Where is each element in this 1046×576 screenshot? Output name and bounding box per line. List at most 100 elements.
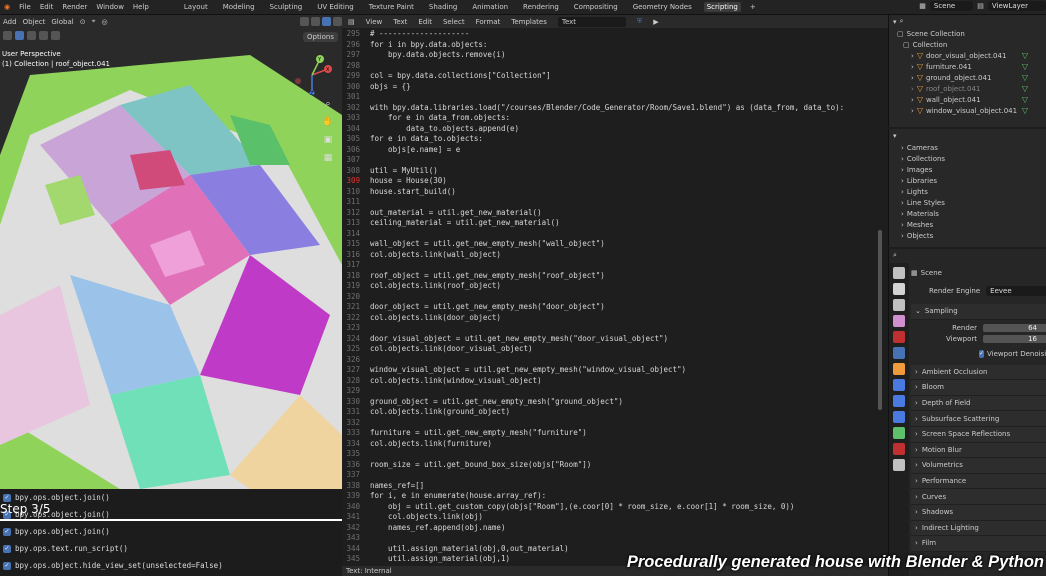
data-browser-item[interactable]: › Cameras: [889, 142, 1046, 153]
menu-edit-text[interactable]: Edit: [418, 18, 432, 26]
chevron-right-icon[interactable]: ›: [901, 144, 904, 152]
material-tab-icon[interactable]: [893, 443, 905, 455]
tab-geometry-nodes[interactable]: Geometry Nodes: [630, 2, 695, 12]
run-script-icon[interactable]: ▶: [653, 18, 658, 26]
panel-header[interactable]: › Bloom: [911, 380, 1046, 396]
chevron-right-icon[interactable]: ›: [901, 155, 904, 163]
material-shading-button[interactable]: [322, 17, 331, 26]
panel-header[interactable]: › Performance: [911, 473, 1046, 490]
code-line[interactable]: 322 col.objects.link(door_object): [342, 313, 888, 324]
code-line[interactable]: 307: [342, 155, 888, 166]
code-line[interactable]: 324 door_visual_object = util.get_new_emp…: [342, 334, 888, 345]
code-line[interactable]: 315 wall_object = util.get_new_empty_mesh…: [342, 239, 888, 250]
tab-layout[interactable]: Layout: [181, 2, 211, 12]
render-samples-field[interactable]: 64: [983, 324, 1046, 333]
panel-header[interactable]: › Curves: [911, 489, 1046, 505]
code-line[interactable]: 343: [342, 533, 888, 544]
code-line[interactable]: 336 room_size = util.get_bound_box_size(o…: [342, 460, 888, 471]
editor-scrollbar[interactable]: [878, 230, 882, 410]
menu-format[interactable]: Format: [476, 18, 501, 26]
menu-file[interactable]: File: [19, 3, 31, 11]
code-line[interactable]: 331 col.objects.link(ground_object): [342, 407, 888, 418]
chevron-right-icon[interactable]: ›: [901, 188, 904, 196]
select-mode-1[interactable]: [15, 31, 24, 40]
code-line[interactable]: 295 # --------------------: [342, 29, 888, 40]
code-line[interactable]: 320: [342, 292, 888, 303]
chevron-right-icon[interactable]: ›: [911, 96, 914, 104]
chevron-right-icon[interactable]: ›: [911, 74, 914, 82]
data-browser-item[interactable]: › Lights: [889, 186, 1046, 197]
code-line[interactable]: 310 house.start_build(): [342, 187, 888, 198]
tab-compositing[interactable]: Compositing: [571, 2, 621, 12]
menu-templates[interactable]: Templates: [511, 18, 547, 26]
code-area[interactable]: 295 # -------------------- 296 for i in bpy…: [342, 29, 888, 565]
tab-shading[interactable]: Shading: [426, 2, 460, 12]
code-line[interactable]: 335: [342, 449, 888, 460]
panel-header[interactable]: › Motion Blur: [911, 442, 1046, 459]
panel-header[interactable]: › Ambient Occlusion: [911, 364, 1046, 381]
code-line[interactable]: 330 ground_object = util.get_new_empty_me…: [342, 397, 888, 408]
outliner[interactable]: ▾ ⌕ ▢ Scene Collection ▢ Collection › ▽ door…: [888, 15, 1046, 127]
panel-header[interactable]: › Subsurface Scattering: [911, 411, 1046, 427]
console-line[interactable]: ✓ bpy.ops.object.hide_view_set(unselected…: [0, 557, 342, 574]
chevron-right-icon[interactable]: ›: [911, 63, 914, 71]
search-icon[interactable]: ⌕: [900, 17, 904, 26]
data-browser-item[interactable]: › Line Styles: [889, 197, 1046, 208]
select-mode-2[interactable]: [27, 31, 36, 40]
outliner-collection[interactable]: ▢ Collection: [889, 39, 1046, 50]
object-tab-icon[interactable]: [893, 363, 905, 375]
ortho-toggle-icon[interactable]: ▦: [322, 153, 334, 165]
navigation-gizmo[interactable]: X Y Z: [292, 55, 332, 95]
code-line[interactable]: 297 bpy.data.objects.remove(i): [342, 50, 888, 61]
code-line[interactable]: 313 ceiling_material = util.get_new_mater…: [342, 218, 888, 229]
pan-hand-icon[interactable]: ✋: [322, 117, 334, 129]
checkbox-icon[interactable]: ✓: [979, 350, 985, 359]
chevron-right-icon[interactable]: ›: [911, 107, 914, 115]
code-line[interactable]: 303 for e in data_from.objects:: [342, 113, 888, 124]
panel-header[interactable]: › Shadows: [911, 504, 1046, 521]
outliner-item[interactable]: › ▽ wall_object.041 ▽: [889, 94, 1046, 105]
render-tab-icon[interactable]: [893, 283, 905, 295]
code-line[interactable]: 325 col.objects.link(door_visual_object): [342, 344, 888, 355]
console-line[interactable]: ✓ bpy.ops.object.join(): [0, 523, 342, 540]
chevron-right-icon[interactable]: ›: [901, 210, 904, 218]
code-line[interactable]: 312 out_material = util.get_new_material(…: [342, 208, 888, 219]
code-line[interactable]: 342 names_ref.append(obj.name): [342, 523, 888, 534]
text-editor[interactable]: ▤ View Text Edit Select Format Templates…: [342, 15, 888, 576]
scene-field[interactable]: Scene: [929, 1, 974, 11]
info-console[interactable]: ✓ bpy.ops.object.join() ✓ bpy.ops.object.j…: [0, 489, 342, 576]
code-line[interactable]: 339 for i, e in enumerate(house.array_ref…: [342, 491, 888, 502]
wireframe-shading-button[interactable]: [300, 17, 309, 26]
code-line[interactable]: 311: [342, 197, 888, 208]
chevron-right-icon[interactable]: ›: [901, 221, 904, 229]
tab-animation[interactable]: Animation: [469, 2, 511, 12]
texture-tab-icon[interactable]: [893, 459, 905, 471]
properties-editor[interactable]: ⌕ ▦ Scene Render Engine Eevee ⌄ Sampling R…: [888, 249, 1046, 576]
physics-tab-icon[interactable]: [893, 411, 905, 423]
tab-rendering[interactable]: Rendering: [520, 2, 562, 12]
menu-view[interactable]: View: [366, 18, 383, 26]
sampling-panel-header[interactable]: ⌄ Sampling: [911, 304, 1046, 320]
code-line[interactable]: 321 door_object = util.get_new_empty_mesh…: [342, 302, 888, 313]
viewport-samples-field[interactable]: 16: [983, 335, 1046, 344]
code-line[interactable]: 332: [342, 418, 888, 429]
code-line[interactable]: 302 with bpy.data.libraries.load("/course…: [342, 103, 888, 114]
menu-edit[interactable]: Edit: [40, 3, 54, 11]
options-button[interactable]: Options: [302, 32, 338, 42]
code-line[interactable]: 306 objs[e.name] = e: [342, 145, 888, 156]
transform-orientation-dropdown[interactable]: Global: [51, 18, 73, 26]
tab-texture-paint[interactable]: Texture Paint: [366, 2, 417, 12]
code-line[interactable]: 328 col.objects.link(window_visual_object…: [342, 376, 888, 387]
pivot-icon[interactable]: ⊙: [80, 18, 86, 26]
camera-view-icon[interactable]: ▣: [322, 135, 334, 147]
filter-icon[interactable]: ▾: [893, 132, 897, 140]
code-line[interactable]: 340 obj = util.get_custom_copy(objs["Roo…: [342, 502, 888, 513]
code-line[interactable]: 337: [342, 470, 888, 481]
code-line[interactable]: 301: [342, 92, 888, 103]
scene-tab-icon[interactable]: [893, 347, 905, 359]
outliner-item[interactable]: › ▽ door_visual_object.041 ▽: [889, 50, 1046, 61]
add-workspace-icon[interactable]: +: [750, 3, 756, 11]
select-mode-4[interactable]: [51, 31, 60, 40]
code-line[interactable]: 319 col.objects.link(roof_object): [342, 281, 888, 292]
code-line[interactable]: 296 for i in bpy.data.objects:: [342, 40, 888, 51]
